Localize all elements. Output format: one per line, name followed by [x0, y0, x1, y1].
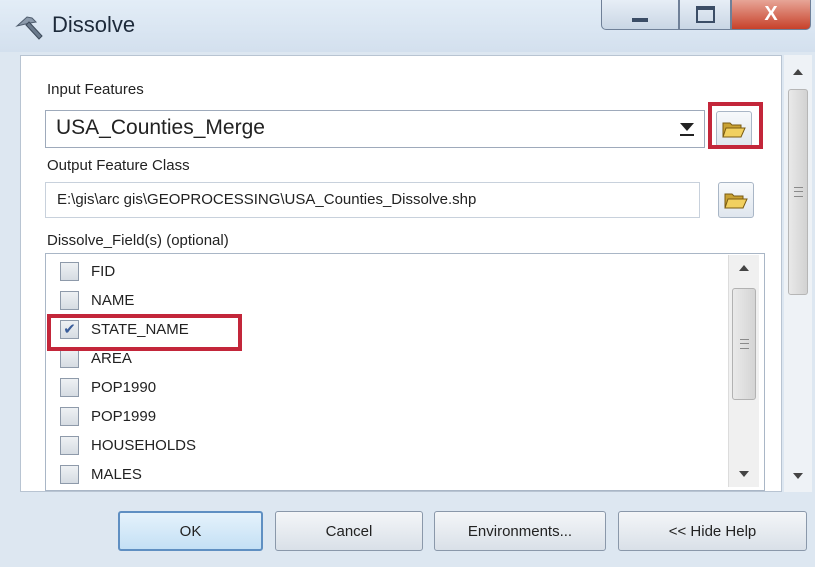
field-label: MALES [91, 465, 142, 483]
dissolve-dialog: Dissolve X Input Features USA_Counties_M… [0, 0, 815, 567]
list-item[interactable]: POP1999 [60, 404, 156, 428]
title-bar[interactable]: Dissolve X [0, 0, 815, 52]
checkbox[interactable] [60, 290, 79, 310]
field-label: NAME [91, 291, 135, 309]
checkbox[interactable] [60, 261, 79, 281]
field-label: AREA [91, 349, 132, 367]
ok-button[interactable]: OK [118, 511, 263, 551]
window-title: Dissolve [52, 12, 136, 37]
output-feature-class-field[interactable]: E:\gis\arc gis\GEOPROCESSING\USA_Countie… [45, 182, 700, 218]
checkbox[interactable] [60, 348, 79, 368]
fields-scrollbar[interactable] [728, 255, 759, 487]
chevron-down-icon[interactable] [680, 118, 694, 140]
list-item[interactable]: FID [60, 259, 115, 283]
hammer-icon [15, 16, 43, 40]
field-label: FID [91, 262, 116, 280]
list-item[interactable]: HOUSEHOLDS [60, 433, 196, 457]
input-features-value: USA_Counties_Merge [56, 116, 265, 139]
scroll-down-icon[interactable] [729, 461, 759, 487]
field-label: HOUSEHOLDS [91, 436, 197, 454]
field-label: POP1999 [91, 407, 157, 425]
minimize-icon [632, 17, 648, 22]
list-item[interactable]: POP1990 [60, 375, 156, 399]
browse-highlight-box [708, 102, 763, 149]
environments-button[interactable]: Environments... [434, 511, 606, 551]
output-feature-class-value: E:\gis\arc gis\GEOPROCESSING\USA_Countie… [57, 191, 477, 208]
field-label: POP1990 [91, 378, 157, 396]
list-item[interactable]: NAME [60, 288, 134, 312]
scrollbar-thumb[interactable] [788, 89, 808, 295]
checkbox[interactable] [60, 464, 79, 484]
state-name-highlight-box [47, 314, 242, 351]
checkbox[interactable] [60, 406, 79, 426]
cancel-button[interactable]: Cancel [275, 511, 423, 551]
close-icon: X [764, 3, 778, 25]
dissolve-fields-list: FID NAME ✔ STATE_NAME AREA POP1990 POP19… [45, 253, 765, 491]
output-feature-class-label: Output Feature Class [47, 157, 190, 174]
output-feature-class-browse-button[interactable] [718, 182, 754, 218]
hide-help-button[interactable]: << Hide Help [618, 511, 807, 551]
scroll-up-icon[interactable] [729, 255, 759, 281]
input-features-label: Input Features [47, 81, 144, 98]
scroll-up-icon[interactable] [784, 59, 812, 85]
folder-open-icon [724, 193, 748, 209]
dissolve-fields-label: Dissolve_Field(s) (optional) [47, 232, 229, 249]
input-features-dropdown[interactable]: USA_Counties_Merge [45, 110, 705, 148]
panel-scrollbar[interactable] [784, 55, 812, 492]
list-item[interactable]: MALES [60, 462, 142, 486]
checkbox[interactable] [60, 435, 79, 455]
close-button[interactable]: X [731, 0, 811, 30]
minimize-button[interactable] [601, 0, 679, 30]
scrollbar-thumb[interactable] [732, 288, 756, 400]
checkbox[interactable] [60, 377, 79, 397]
maximize-button[interactable] [679, 0, 731, 30]
maximize-icon [695, 6, 715, 23]
scroll-down-icon[interactable] [784, 463, 812, 489]
